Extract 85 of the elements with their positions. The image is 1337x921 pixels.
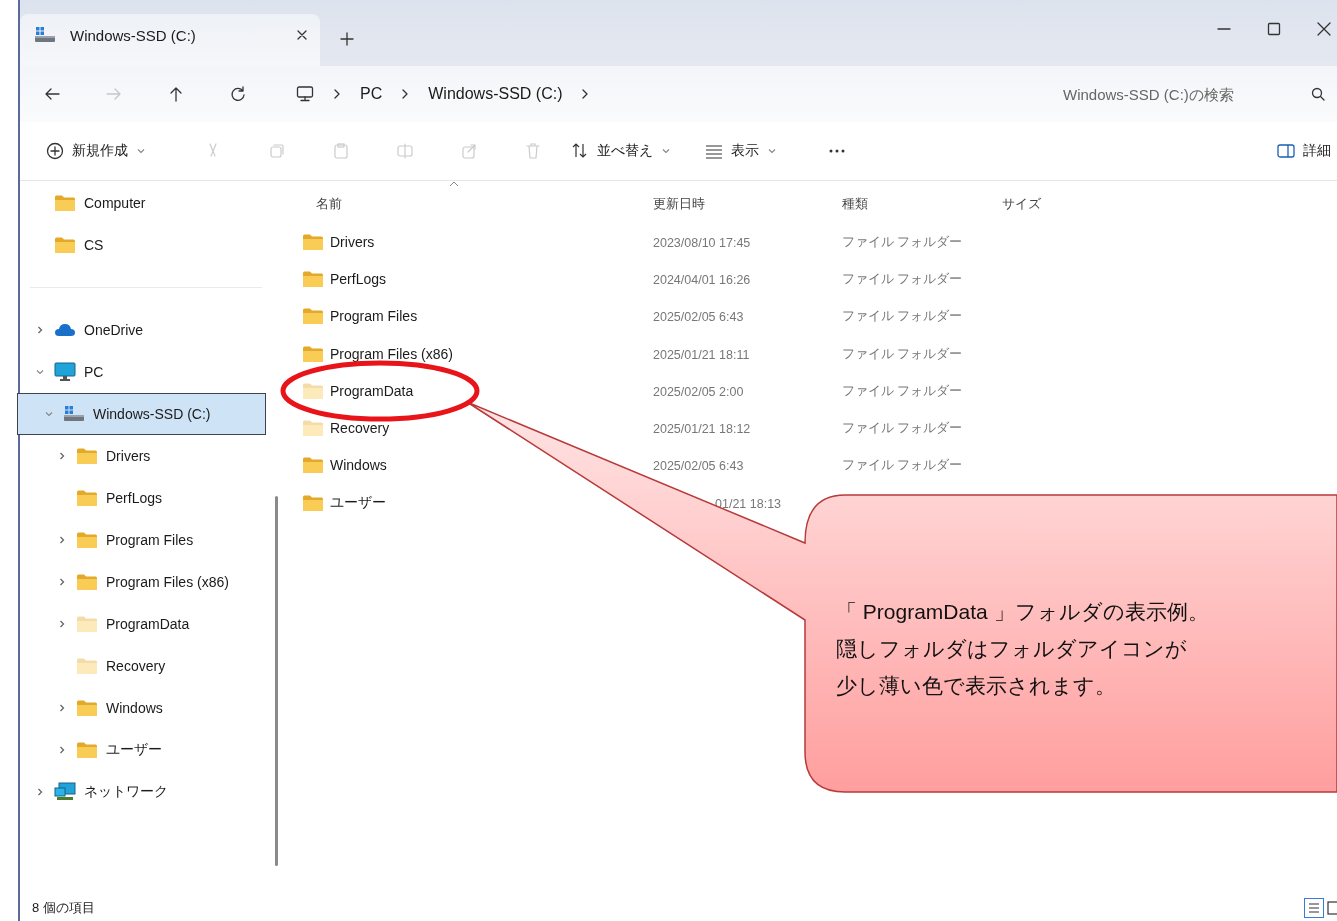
search-icon[interactable] (1311, 87, 1325, 101)
tree-item[interactable]: ユーザー (20, 729, 268, 771)
lines-icon (705, 142, 723, 160)
modified-date: 2023/08/10 17:45 (653, 235, 751, 250)
modified-date: 2025/02/05 2:00 (653, 384, 744, 399)
modified-date: 2025/01/21 18:12 (653, 422, 751, 437)
tree-item[interactable]: ネットワーク (20, 771, 268, 813)
tree-item[interactable]: Computer (20, 182, 268, 224)
modified-date: 2025/01/21 18:11 (653, 347, 750, 362)
breadcrumb[interactable]: PC (360, 85, 383, 103)
file-type: ファイル フォルダー (842, 234, 963, 249)
sort-arrows-icon (571, 142, 589, 160)
modified-date: 2025/02/05 6:43 (653, 459, 744, 474)
folder-icon (76, 573, 98, 591)
file-type: ファイル フォルダー (842, 309, 963, 324)
tree-item[interactable]: Program Files (20, 519, 268, 561)
plus-circle-icon (46, 142, 64, 160)
plus-icon[interactable] (340, 32, 354, 46)
folder-icon (76, 531, 98, 549)
file-name[interactable]: ProgramData (330, 382, 414, 399)
tree-item[interactable]: PerfLogs (20, 477, 268, 519)
new-button[interactable]: 新規作成 (40, 138, 152, 164)
close-icon[interactable] (1317, 22, 1331, 36)
search-field[interactable]: Windows-SSD (C:)の検索 (1061, 84, 1281, 104)
file-type: ファイル フォルダー (842, 346, 963, 361)
maximize-icon[interactable] (1267, 22, 1281, 36)
tree-item[interactable]: Recovery (20, 645, 268, 687)
breadcrumb[interactable]: Windows-SSD (C:) (428, 85, 563, 103)
chevron-down-icon (661, 146, 671, 156)
tree-item[interactable]: CS (20, 224, 268, 266)
tree-item[interactable]: PC (20, 351, 268, 393)
folder-icon (76, 447, 98, 465)
callout-text: 「 ProgramData 」フォルダの表示例。 (836, 599, 1209, 625)
back-arrow-icon[interactable] (44, 86, 60, 102)
tree-item[interactable]: OneDrive (20, 309, 268, 351)
view-button[interactable]: 表示 (699, 138, 783, 164)
scrollbar-thumb[interactable] (275, 496, 278, 866)
callout-text: 少し薄い色で表示されます。 (836, 673, 1116, 699)
column-header[interactable]: 名前 (302, 181, 653, 223)
sort-caret-icon (449, 181, 459, 187)
drive-icon (63, 405, 85, 423)
column-header[interactable]: 更新日時 (653, 181, 842, 223)
file-name[interactable]: Windows (330, 457, 387, 474)
folder-icon (76, 699, 98, 717)
file-type: ファイル フォルダー (842, 421, 963, 436)
file-name[interactable]: Drivers (330, 233, 375, 250)
column-header[interactable]: サイズ (1002, 181, 1122, 223)
folder-icon (54, 194, 76, 212)
file-type: ファイル フォルダー (842, 458, 963, 473)
monitor-icon[interactable] (296, 86, 314, 102)
file-type: ファイル フォルダー (842, 383, 963, 398)
callout-text: 隠しフォルダはフォルダアイコンが (836, 636, 1187, 662)
file-name[interactable]: Program Files (330, 308, 418, 325)
sort-button[interactable]: 並べ替え (565, 138, 677, 164)
file-name[interactable]: PerfLogs (330, 270, 387, 287)
file-name[interactable]: ユーザー (330, 493, 386, 512)
chevron-down-icon (767, 146, 777, 156)
chevron-down-icon (136, 146, 146, 156)
file-name[interactable]: Recovery (330, 420, 390, 437)
network-icon (54, 782, 76, 802)
file-name[interactable]: Program Files (x86) (330, 345, 453, 362)
modified-date: 2025/02/05 6:43 (653, 310, 744, 325)
close-icon (296, 29, 308, 41)
tab[interactable]: Windows-SSD (C:) (20, 14, 320, 66)
item-count: 8 個の項目 (32, 899, 95, 917)
cloud-icon (54, 322, 76, 338)
tree-item[interactable]: Drivers (20, 435, 268, 477)
tree-item[interactable]: Windows (20, 687, 268, 729)
monitor-icon (54, 362, 76, 382)
tree-item[interactable]: Program Files (x86) (20, 561, 268, 603)
details-button[interactable]: 詳細 (1271, 138, 1337, 164)
folder-icon (54, 236, 76, 254)
folder-icon (76, 741, 98, 759)
up-arrow-icon[interactable] (168, 86, 184, 102)
file-type: ファイル フォルダー (842, 271, 963, 286)
refresh-icon[interactable] (230, 86, 246, 102)
tree-item[interactable]: ProgramData (20, 603, 268, 645)
details-view-icon[interactable] (1305, 899, 1323, 917)
modified-date: 2024/04/01 16:26 (653, 272, 751, 287)
chevron-right-icon[interactable] (332, 88, 342, 100)
column-header[interactable]: 種類 (842, 181, 1002, 223)
drive-icon (34, 26, 56, 44)
panel-icon (1277, 142, 1295, 160)
folder-icon (76, 489, 98, 507)
tree-item[interactable]: Windows-SSD (C:) (17, 393, 266, 435)
